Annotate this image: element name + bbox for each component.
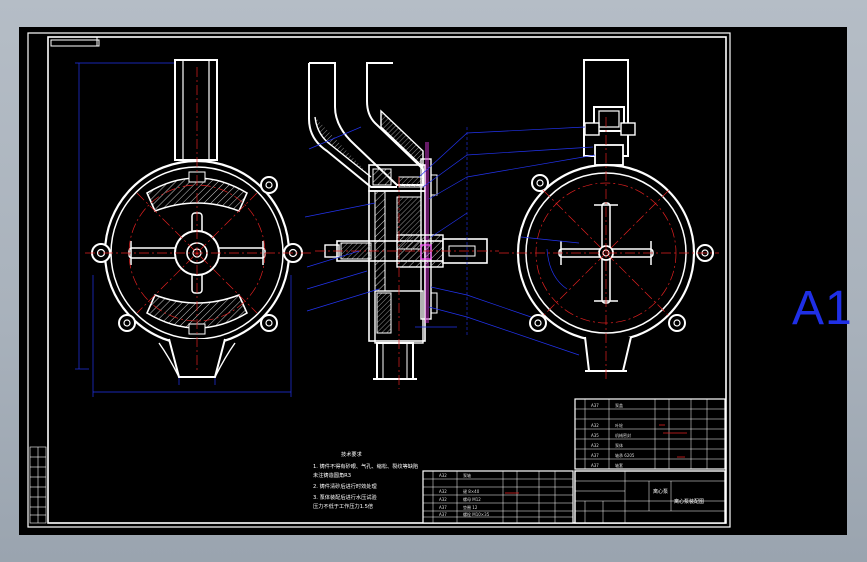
plp-r5-name: 泵体 (615, 442, 623, 448)
plp-r6-code: A37 (591, 453, 599, 458)
plp-r7-code: A37 (591, 463, 599, 468)
plp-r6-name: 轴承 6205 (615, 452, 635, 458)
title-block-part-label: 离心泵装配图 (674, 498, 704, 505)
front-view (75, 59, 311, 397)
plp-r3-name: 叶轮 (615, 422, 623, 428)
plp-r4-code: A35 (591, 433, 599, 438)
tech-req-line-2: 未注铸造圆角R3 (313, 471, 351, 479)
plp-r7-name: 轴套 (615, 462, 623, 468)
pls-r6-code: A37 (439, 512, 447, 517)
tech-req-line-4: 3. 泵体装配后进行水压试验 (313, 493, 377, 501)
engineering-drawing: 技术要求 1. 铸件不得有砂眼、气孔、缩松、裂纹等缺陷 未注铸造圆角R3 2. … (27, 32, 731, 528)
tech-req-line-1: 1. 铸件不得有砂眼、气孔、缩松、裂纹等缺陷 (313, 462, 418, 470)
parts-list-secondary: A32 泵轴 A32 键 8×40 A32 螺母 M12 A37 垫圈 12 A… (422, 470, 574, 524)
plp-r1-code: A37 (591, 403, 599, 408)
plp-r4-name: 机械密封 (615, 432, 631, 438)
section-view (304, 62, 499, 389)
pls-r5-name: 垫圈 12 (463, 504, 478, 510)
pls-r1-code: A32 (439, 473, 447, 478)
revision-strip (29, 446, 47, 524)
tech-req-line-5: 压力不低于工作压力1.5倍 (313, 502, 373, 510)
side-view (466, 59, 719, 379)
parts-list-primary: A37 泵盖 A32 叶轮 A35 机械密封 A32 泵体 A37 轴承 620… (574, 398, 726, 470)
title-block-drawing-title: 离心泵 (653, 488, 668, 495)
tech-req-title: 技术要求 (341, 450, 363, 458)
pls-r6-name: 螺栓 M10×35 (463, 511, 490, 517)
technical-requirements: 技术要求 1. 铸件不得有砂眼、气孔、缩松、裂纹等缺陷 未注铸造圆角R3 2. … (313, 450, 418, 510)
cad-viewport[interactable]: 技术要求 1. 铸件不得有砂眼、气孔、缩松、裂纹等缺陷 未注铸造圆角R3 2. … (19, 27, 852, 535)
pls-r3-name: 键 8×40 (463, 488, 480, 494)
pls-r3-code: A32 (439, 489, 447, 494)
title-block: 离心泵 离心泵装配图 (574, 470, 726, 524)
plp-r5-code: A32 (591, 443, 599, 448)
sheet-size-label: A1 (792, 282, 853, 335)
tech-req-line-3: 2. 铸件清砂后进行时效处理 (313, 482, 377, 490)
pls-r4-code: A32 (439, 497, 447, 502)
plp-r1-name: 泵盖 (615, 402, 623, 408)
plp-r3-code: A32 (591, 423, 599, 428)
pls-r1-name: 泵轴 (463, 472, 471, 478)
pls-r5-code: A37 (439, 505, 447, 510)
pls-r4-name: 螺母 M12 (463, 496, 481, 502)
